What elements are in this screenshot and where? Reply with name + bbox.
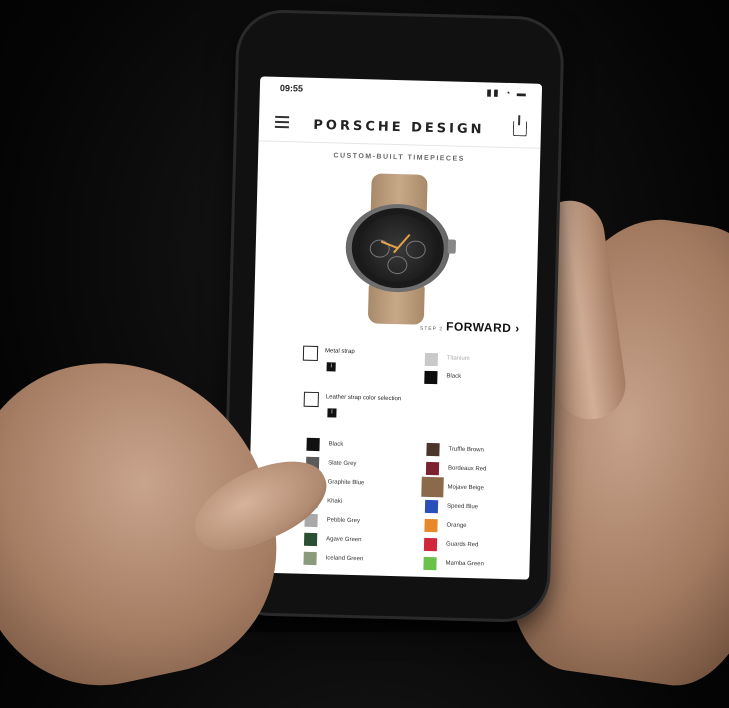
swatch-label: Orange	[446, 522, 467, 529]
swatch-agave-green[interactable]	[303, 532, 318, 547]
swatch-black[interactable]	[306, 437, 320, 452]
metal-color-black-swatch[interactable]	[424, 370, 438, 385]
status-icons: ▮▮ ◔ ▬	[486, 87, 529, 99]
swatch-orange[interactable]	[424, 518, 438, 533]
swatch-label: Mojave Beige	[447, 484, 484, 492]
leather-strap-label: Leather strap color selection	[325, 394, 402, 403]
top-nav: PORSCHE DESIGN	[258, 106, 542, 149]
swatch-label: Guards Red	[445, 541, 479, 549]
swatch-label: Mamba Green	[445, 560, 484, 568]
status-bar: 09:55 ▮▮ ◔ ▬	[260, 76, 542, 105]
forward-label: FORWARD	[445, 319, 512, 336]
watch-image	[340, 173, 464, 326]
leather-strap-checkbox[interactable]	[303, 391, 319, 408]
forward-step: STEP 2	[419, 325, 444, 333]
swatch-mamba-green[interactable]	[423, 556, 437, 571]
forward-button[interactable]: STEP 2 FORWARD ›	[419, 319, 520, 336]
swatch-label: Agave Green	[326, 536, 362, 544]
metal-strap-label: Metal strap	[324, 348, 355, 356]
swatch-label: Slate Grey	[328, 460, 357, 468]
page-subtitle: CUSTOM-BUILT TIMEPIECES	[333, 152, 465, 163]
metal-color-titanium-label: Titanium	[446, 355, 470, 363]
swatch-label: Iceland Green	[325, 555, 364, 563]
leather-strap-info-icon[interactable]: i	[327, 408, 337, 418]
swatch-mojave-beige[interactable]	[421, 476, 444, 498]
swatch-label: Speed Blue	[446, 503, 479, 511]
metal-color-black-label: Black	[446, 373, 462, 380]
swatch-label: Graphite Blue	[327, 479, 365, 487]
swatch-truffle-brown[interactable]	[426, 442, 440, 457]
metal-color-titanium-swatch[interactable]	[424, 352, 439, 367]
metal-strap-checkbox[interactable]	[302, 345, 319, 362]
menu-icon[interactable]	[274, 115, 290, 129]
brand-logo[interactable]: PORSCHE DESIGN	[309, 118, 489, 138]
metal-strap-info-icon[interactable]: i	[326, 362, 336, 372]
swatch-label: Pebble Grey	[326, 517, 361, 525]
swatch-label: Bordeaux Red	[447, 465, 487, 473]
swatch-speed-blue[interactable]	[424, 499, 439, 514]
status-time: 09:55	[279, 82, 304, 94]
swatch-label: Truffle Brown	[448, 446, 484, 454]
swatch-guards-red[interactable]	[423, 537, 438, 552]
swatch-label: Black	[328, 441, 344, 448]
swatch-iceland-green[interactable]	[303, 551, 317, 566]
swatch-bordeaux-red[interactable]	[425, 461, 440, 476]
swatch-label: Khaki	[327, 498, 343, 505]
share-icon[interactable]	[512, 121, 528, 137]
